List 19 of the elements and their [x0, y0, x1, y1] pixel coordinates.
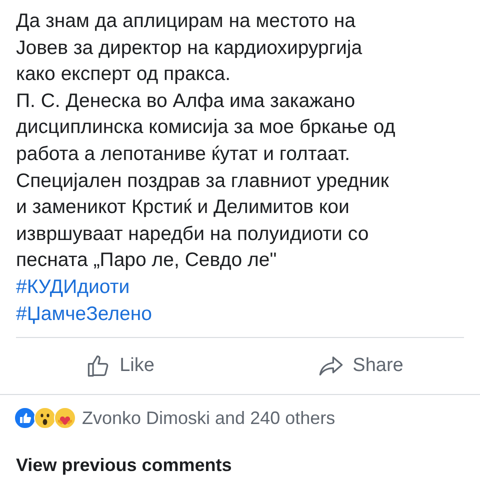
post-text-line: како експерт од пракса.	[16, 62, 231, 88]
post-text-line: Специјален поздрав за главниот уредник	[16, 168, 389, 194]
care-reaction-icon	[54, 407, 76, 430]
wow-reaction-icon	[34, 407, 56, 430]
like-reaction-icon	[14, 407, 36, 430]
view-previous-comments-link[interactable]: View previous comments	[0, 441, 248, 476]
post-text-line: и заменикот Крстиќ и Делимитов кои	[16, 195, 350, 220]
hashtag-link[interactable]: #КУДИдиоти	[16, 274, 130, 301]
share-button[interactable]: Share	[240, 344, 480, 388]
post-text-line: Да знам да аплицирам на местото на	[16, 9, 356, 34]
like-button[interactable]: Like	[0, 344, 240, 388]
post-text-line: П. С. Денеска во Алфа има закажано	[16, 88, 356, 114]
post-text-line: дисциплинска комисија за мое бркање од	[16, 115, 396, 140]
reaction-summary[interactable]: Zvonko Dimoski and 240 others	[82, 408, 336, 429]
post-text-line: Јовев за директор на кардиохирургија	[16, 36, 362, 61]
post-text-line: извршуваат наредби на полуидиоти со	[16, 222, 369, 247]
hashtag-link[interactable]: #ЏамчеЗелено	[16, 300, 152, 328]
post-text-line: работа а лепотаниве ќутат и голтаат.	[16, 142, 350, 167]
post-text-line: песната „Паро ле, Севдо ле"	[16, 248, 277, 274]
